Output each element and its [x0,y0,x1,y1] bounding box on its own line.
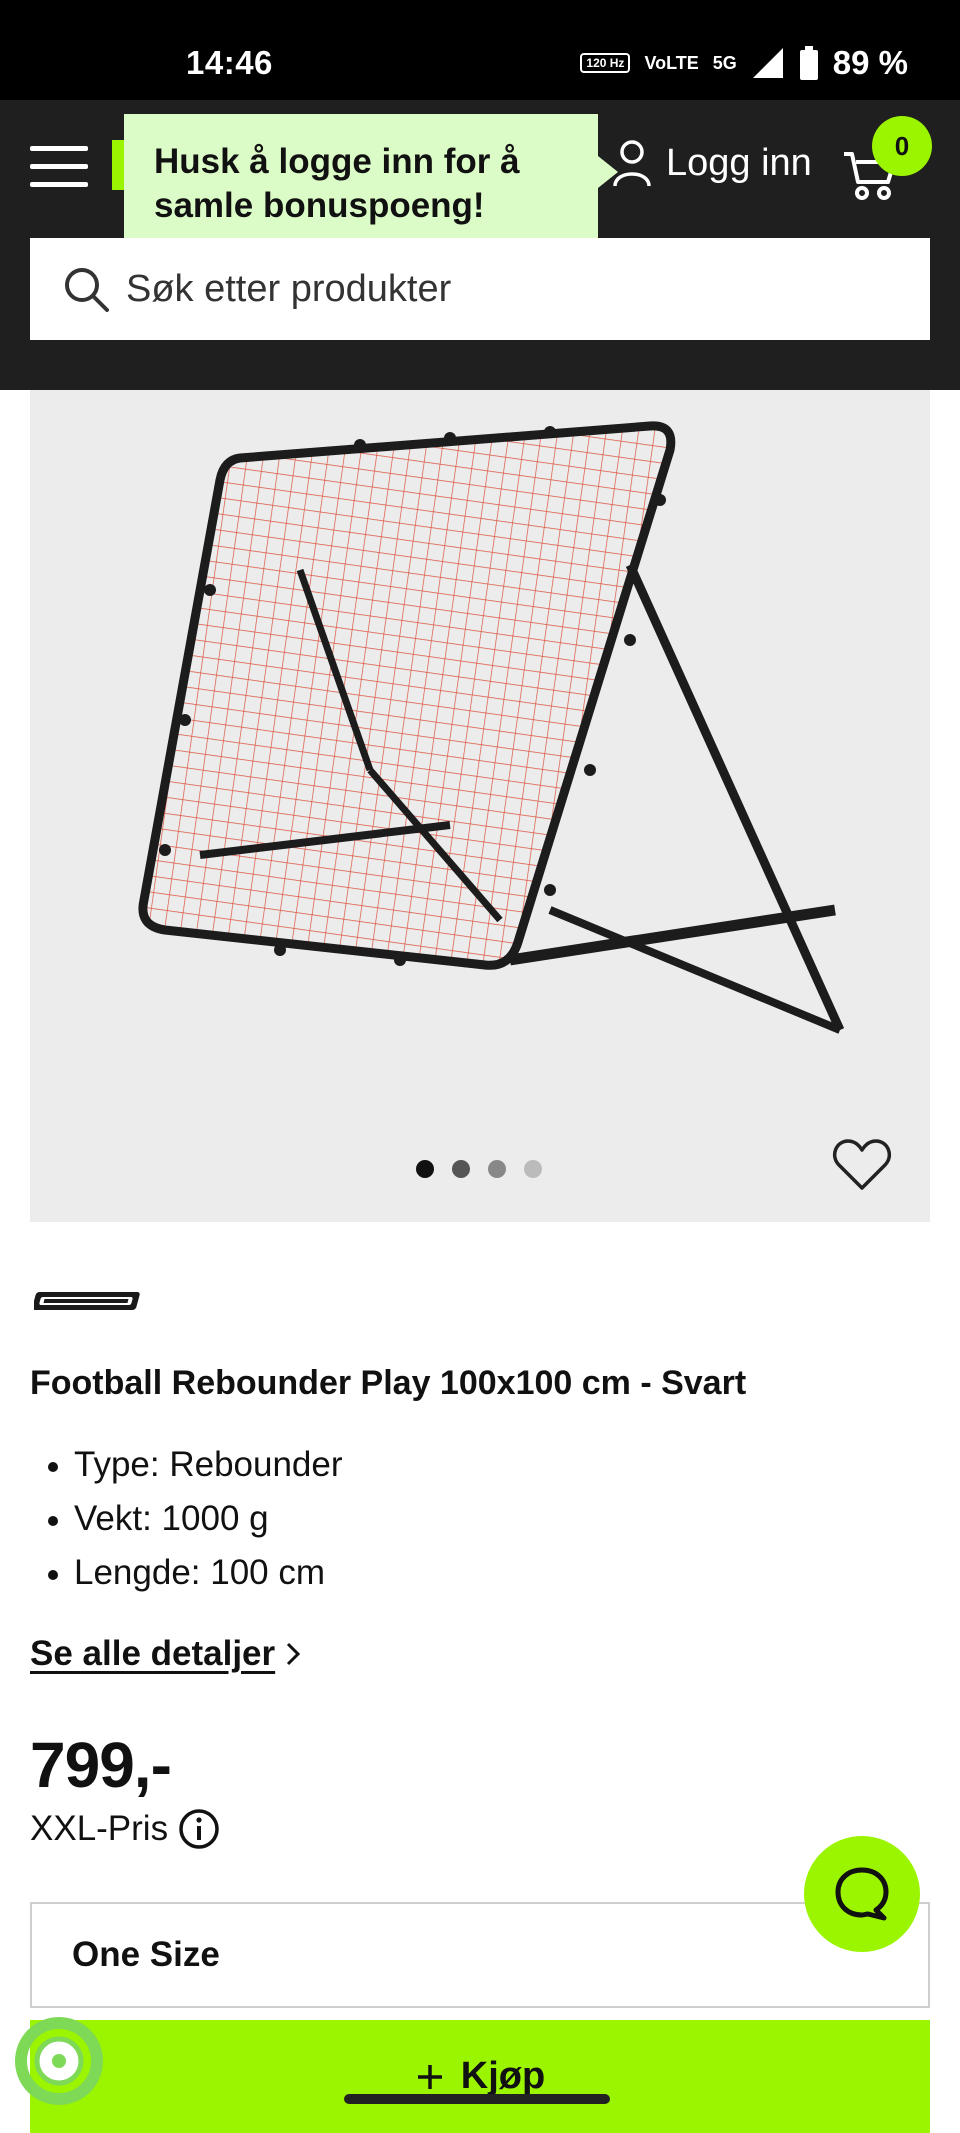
search-bar[interactable] [30,238,930,340]
buy-label: Kjøp [460,2055,546,2097]
login-label: Logg inn [666,141,812,184]
volte-icon: VoLTE [644,53,699,73]
info-icon[interactable] [178,1808,220,1850]
buy-button[interactable]: Kjøp [30,2020,930,2133]
spec-item: Type: Rebounder [30,1438,343,1492]
price-label: XXL-Pris [30,1808,220,1850]
chat-button[interactable] [804,1836,920,1952]
product-price: 799,- [30,1729,172,1801]
spec-item: Vekt: 1000 g [30,1492,343,1546]
bonus-wheel-icon[interactable] [14,2016,104,2106]
search-icon [65,268,109,312]
menu-icon[interactable] [30,146,88,187]
chat-icon [835,1867,889,1921]
battery-percent: 89 % [832,44,908,81]
status-time: 14:46 [186,44,273,81]
brand-logo[interactable] [34,1286,146,1316]
rebounder-image [138,421,845,1034]
image-pagination [416,1160,542,1178]
pagination-dot[interactable] [488,1160,506,1178]
user-icon [613,140,651,187]
product-title: Football Rebounder Play 100x100 cm - Sva… [30,1364,747,1402]
pagination-dot[interactable] [524,1160,542,1178]
search-input[interactable] [126,267,886,311]
chevron-right-icon [287,1642,301,1666]
product-specs: Type: Rebounder Vekt: 1000 g Lengde: 100… [30,1438,343,1600]
home-indicator[interactable] [344,2094,610,2104]
details-link-label: Se alle detaljer [30,1634,276,1673]
spec-item: Lengde: 100 cm [30,1546,343,1600]
favorite-heart-icon[interactable] [832,1136,892,1192]
size-value: One Size [72,1935,220,1974]
price-type: XXL-Pris [30,1809,169,1848]
network-type-icon: 5G [712,53,737,73]
refresh-rate-icon: 120 Hz [580,53,631,73]
signal-icon [752,48,783,78]
see-all-details-link[interactable]: Se alle detaljer [30,1634,301,1674]
status-bar: 14:46 120 Hz VoLTE 5G 89 % [0,0,960,100]
battery-icon [799,46,818,80]
pagination-dot[interactable] [416,1160,434,1178]
login-button[interactable]: Logg inn [612,138,812,188]
plus-icon [417,2064,442,2089]
status-icons: 120 Hz VoLTE 5G 89 % [580,44,908,82]
size-selector[interactable]: One Size [30,1902,930,2008]
pagination-dot[interactable] [452,1160,470,1178]
product-image[interactable] [30,390,930,1222]
cart-count-badge: 0 [872,116,932,176]
